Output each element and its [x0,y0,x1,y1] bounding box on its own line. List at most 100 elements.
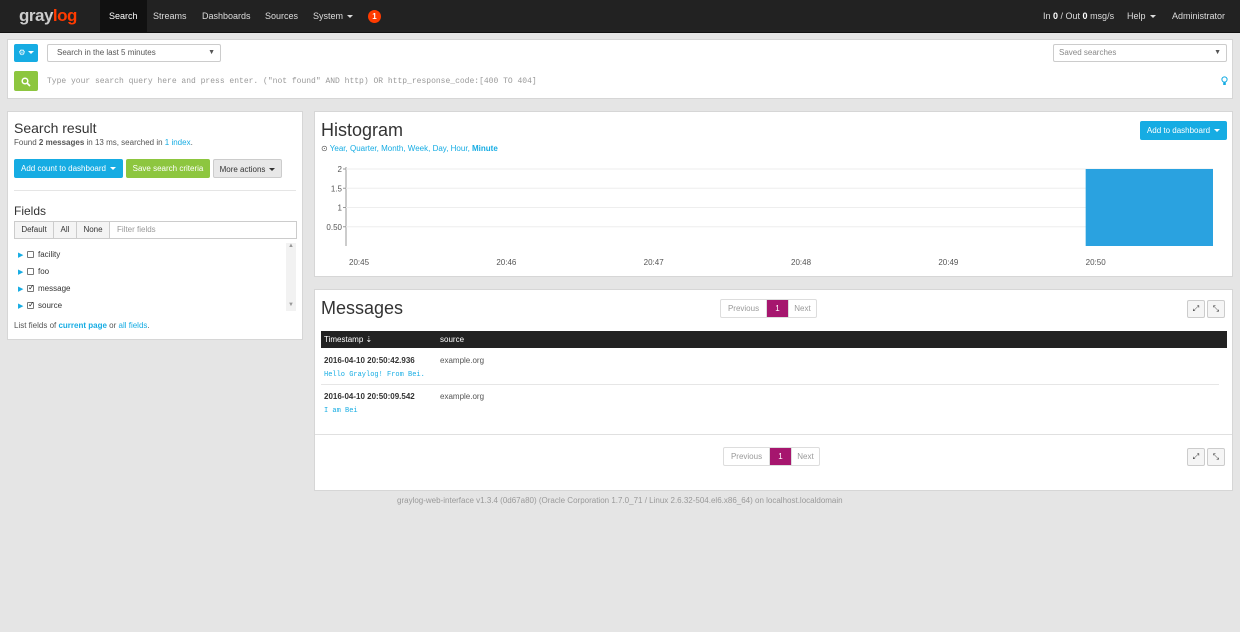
index-link[interactable]: 1 index [165,138,191,147]
saved-searches-select[interactable]: Saved searches ▼ [1053,44,1227,62]
histogram-panel: Histogram ⊙ Year, Quarter, Month, Week, … [314,111,1233,277]
nav-help-label: Help [1127,11,1146,21]
caret-down-icon [269,168,276,172]
time-range-select[interactable]: Search in the last 5 minutes ▼ [47,44,221,62]
message-timestamp: 2016-04-10 20:50:09.542 [324,392,415,401]
divider [14,190,296,191]
field-item-source[interactable]: ▶ source [18,299,63,313]
resolution-quarter[interactable]: Quarter [350,144,377,153]
search-icon [21,77,31,87]
caret-right-icon[interactable]: ▶ [18,250,27,262]
caret-right-icon[interactable]: ▶ [18,284,27,296]
search-bar: ⚙ Search in the last 5 minutes ▼ Saved se… [7,39,1233,99]
resolution-month[interactable]: Month [381,144,403,153]
messages-table-header: Timestamp ⇣ source [321,331,1227,348]
resolution-week[interactable]: Week [408,144,428,153]
pagination-top: Previous 1 Next [720,299,817,318]
scroll-up-icon[interactable]: ▲ [288,243,294,249]
histogram-bar[interactable] [1085,169,1213,246]
footer-version: graylog-web-interface v1.3.4 (0d67a80) (… [397,496,843,505]
throughput-indicator: In 0 / Out 0 msg/s [1043,11,1115,21]
list-fields-text: List fields of current page or all field… [14,321,150,330]
resolution-year[interactable]: Year [330,144,346,153]
message-body: Hello Graylog! From Bei. [324,371,425,379]
sort-icon[interactable]: ⇣ [366,335,373,344]
collapse-icon[interactable]: ⤡ [1207,448,1225,466]
field-checkbox[interactable] [27,268,34,275]
x-tick-label: 20:46 [496,258,517,267]
add-to-dashboard-button[interactable]: Add to dashboard [1140,121,1227,140]
nav-search[interactable]: Search [100,0,147,32]
field-item-foo[interactable]: ▶ foo [18,266,49,278]
search-options-button[interactable]: ⚙ [14,44,38,62]
current-page-link[interactable]: current page [58,321,106,330]
nav-help[interactable]: Help [1118,0,1165,32]
fields-tab-none[interactable]: None [76,221,110,239]
nav-dashboards[interactable]: Dashboards [193,0,260,32]
message-timestamp: 2016-04-10 20:50:42.936 [324,356,415,365]
add-count-to-dashboard-button[interactable]: Add count to dashboard [14,159,123,178]
filter-fields-input[interactable]: Filter fields [109,221,297,239]
caret-down-icon [27,51,34,55]
table-row[interactable]: 2016-04-10 20:50:42.936 example.org Hell… [321,349,1219,385]
fields-tab-default[interactable]: Default [14,221,54,239]
nav-user-menu[interactable]: Administrator [1163,0,1240,51]
expand-icon[interactable]: ⤢ [1187,300,1205,318]
scroll-down-icon[interactable]: ▼ [288,302,294,308]
search-query-input[interactable]: Type your search query here and press en… [47,76,1197,88]
field-checkbox[interactable] [27,251,34,258]
select-arrow-icon: ▼ [1214,49,1221,56]
save-search-criteria-button[interactable]: Save search criteria [126,159,210,178]
resolution-day[interactable]: Day [433,144,447,153]
field-item-facility[interactable]: ▶ facility [18,249,60,261]
pagination-page[interactable]: 1 [767,300,788,317]
y-tick-label: 0.50 [326,223,342,232]
x-tick-label: 20:47 [644,258,665,267]
histogram-resolutions: ⊙ Year, Quarter, Month, Week, Day, Hour,… [321,144,498,153]
y-tick-label: 2 [338,165,343,174]
result-summary: Found 2 messages in 13 ms, searched in 1… [14,138,193,147]
field-checkbox[interactable] [27,282,35,294]
nav-streams[interactable]: Streams [144,0,196,32]
nav-sources[interactable]: Sources [256,0,307,32]
fields-tab-all[interactable]: All [53,221,77,239]
fields-scrollbar[interactable] [286,243,296,311]
nav-user-label: Administrator [1172,11,1226,21]
caret-right-icon[interactable]: ▶ [18,267,27,279]
caret-down-icon [347,15,354,19]
pagination-page[interactable]: 1 [770,448,791,465]
column-timestamp[interactable]: Timestamp ⇣ [324,331,372,348]
pagination-next[interactable]: Next [788,300,816,317]
nav-system-label: System [313,11,344,21]
clock-icon: ⊙ [321,144,328,153]
table-row[interactable]: 2016-04-10 20:50:09.542 example.org I am… [321,385,1219,421]
resolution-minute[interactable]: Minute [472,144,498,153]
field-label: source [38,301,63,310]
fields-title: Fields [14,204,47,218]
messages-panel: Messages Previous 1 Next ⤢ ⤡ Timestamp ⇣ s… [314,289,1233,491]
column-source[interactable]: source [440,331,464,348]
pagination-previous[interactable]: Previous [724,448,770,465]
search-submit-button[interactable] [14,71,38,91]
histogram-title: Histogram [321,120,404,140]
collapse-icon[interactable]: ⤡ [1207,300,1225,318]
more-actions-button[interactable]: More actions [213,159,282,178]
divider [315,434,1232,435]
graylog-logo[interactable]: graylog [19,6,77,26]
field-item-message[interactable]: ▶ message [18,282,70,296]
caret-right-icon[interactable]: ▶ [18,301,27,313]
all-fields-link[interactable]: all fields [119,321,148,330]
expand-icon[interactable]: ⤢ [1187,448,1205,466]
pagination-next[interactable]: Next [791,448,819,465]
pagination-bottom: Previous 1 Next [723,447,820,466]
histogram-chart: 0.50 1 1.5 2 20:45 20:46 20:47 20:48 20:49 20:50 [326,165,1213,267]
select-arrow-icon: ▼ [208,49,215,56]
nav-system[interactable]: System [304,0,362,32]
lightbulb-icon[interactable] [1221,76,1229,88]
pagination-previous[interactable]: Previous [721,300,767,317]
resolution-hour[interactable]: Hour [451,144,468,153]
top-navbar: graylog Search Streams Dashboards Source… [0,0,1240,51]
field-checkbox[interactable] [27,299,35,311]
notification-badge[interactable]: 1 [368,10,381,23]
messages-title: Messages [321,298,404,318]
